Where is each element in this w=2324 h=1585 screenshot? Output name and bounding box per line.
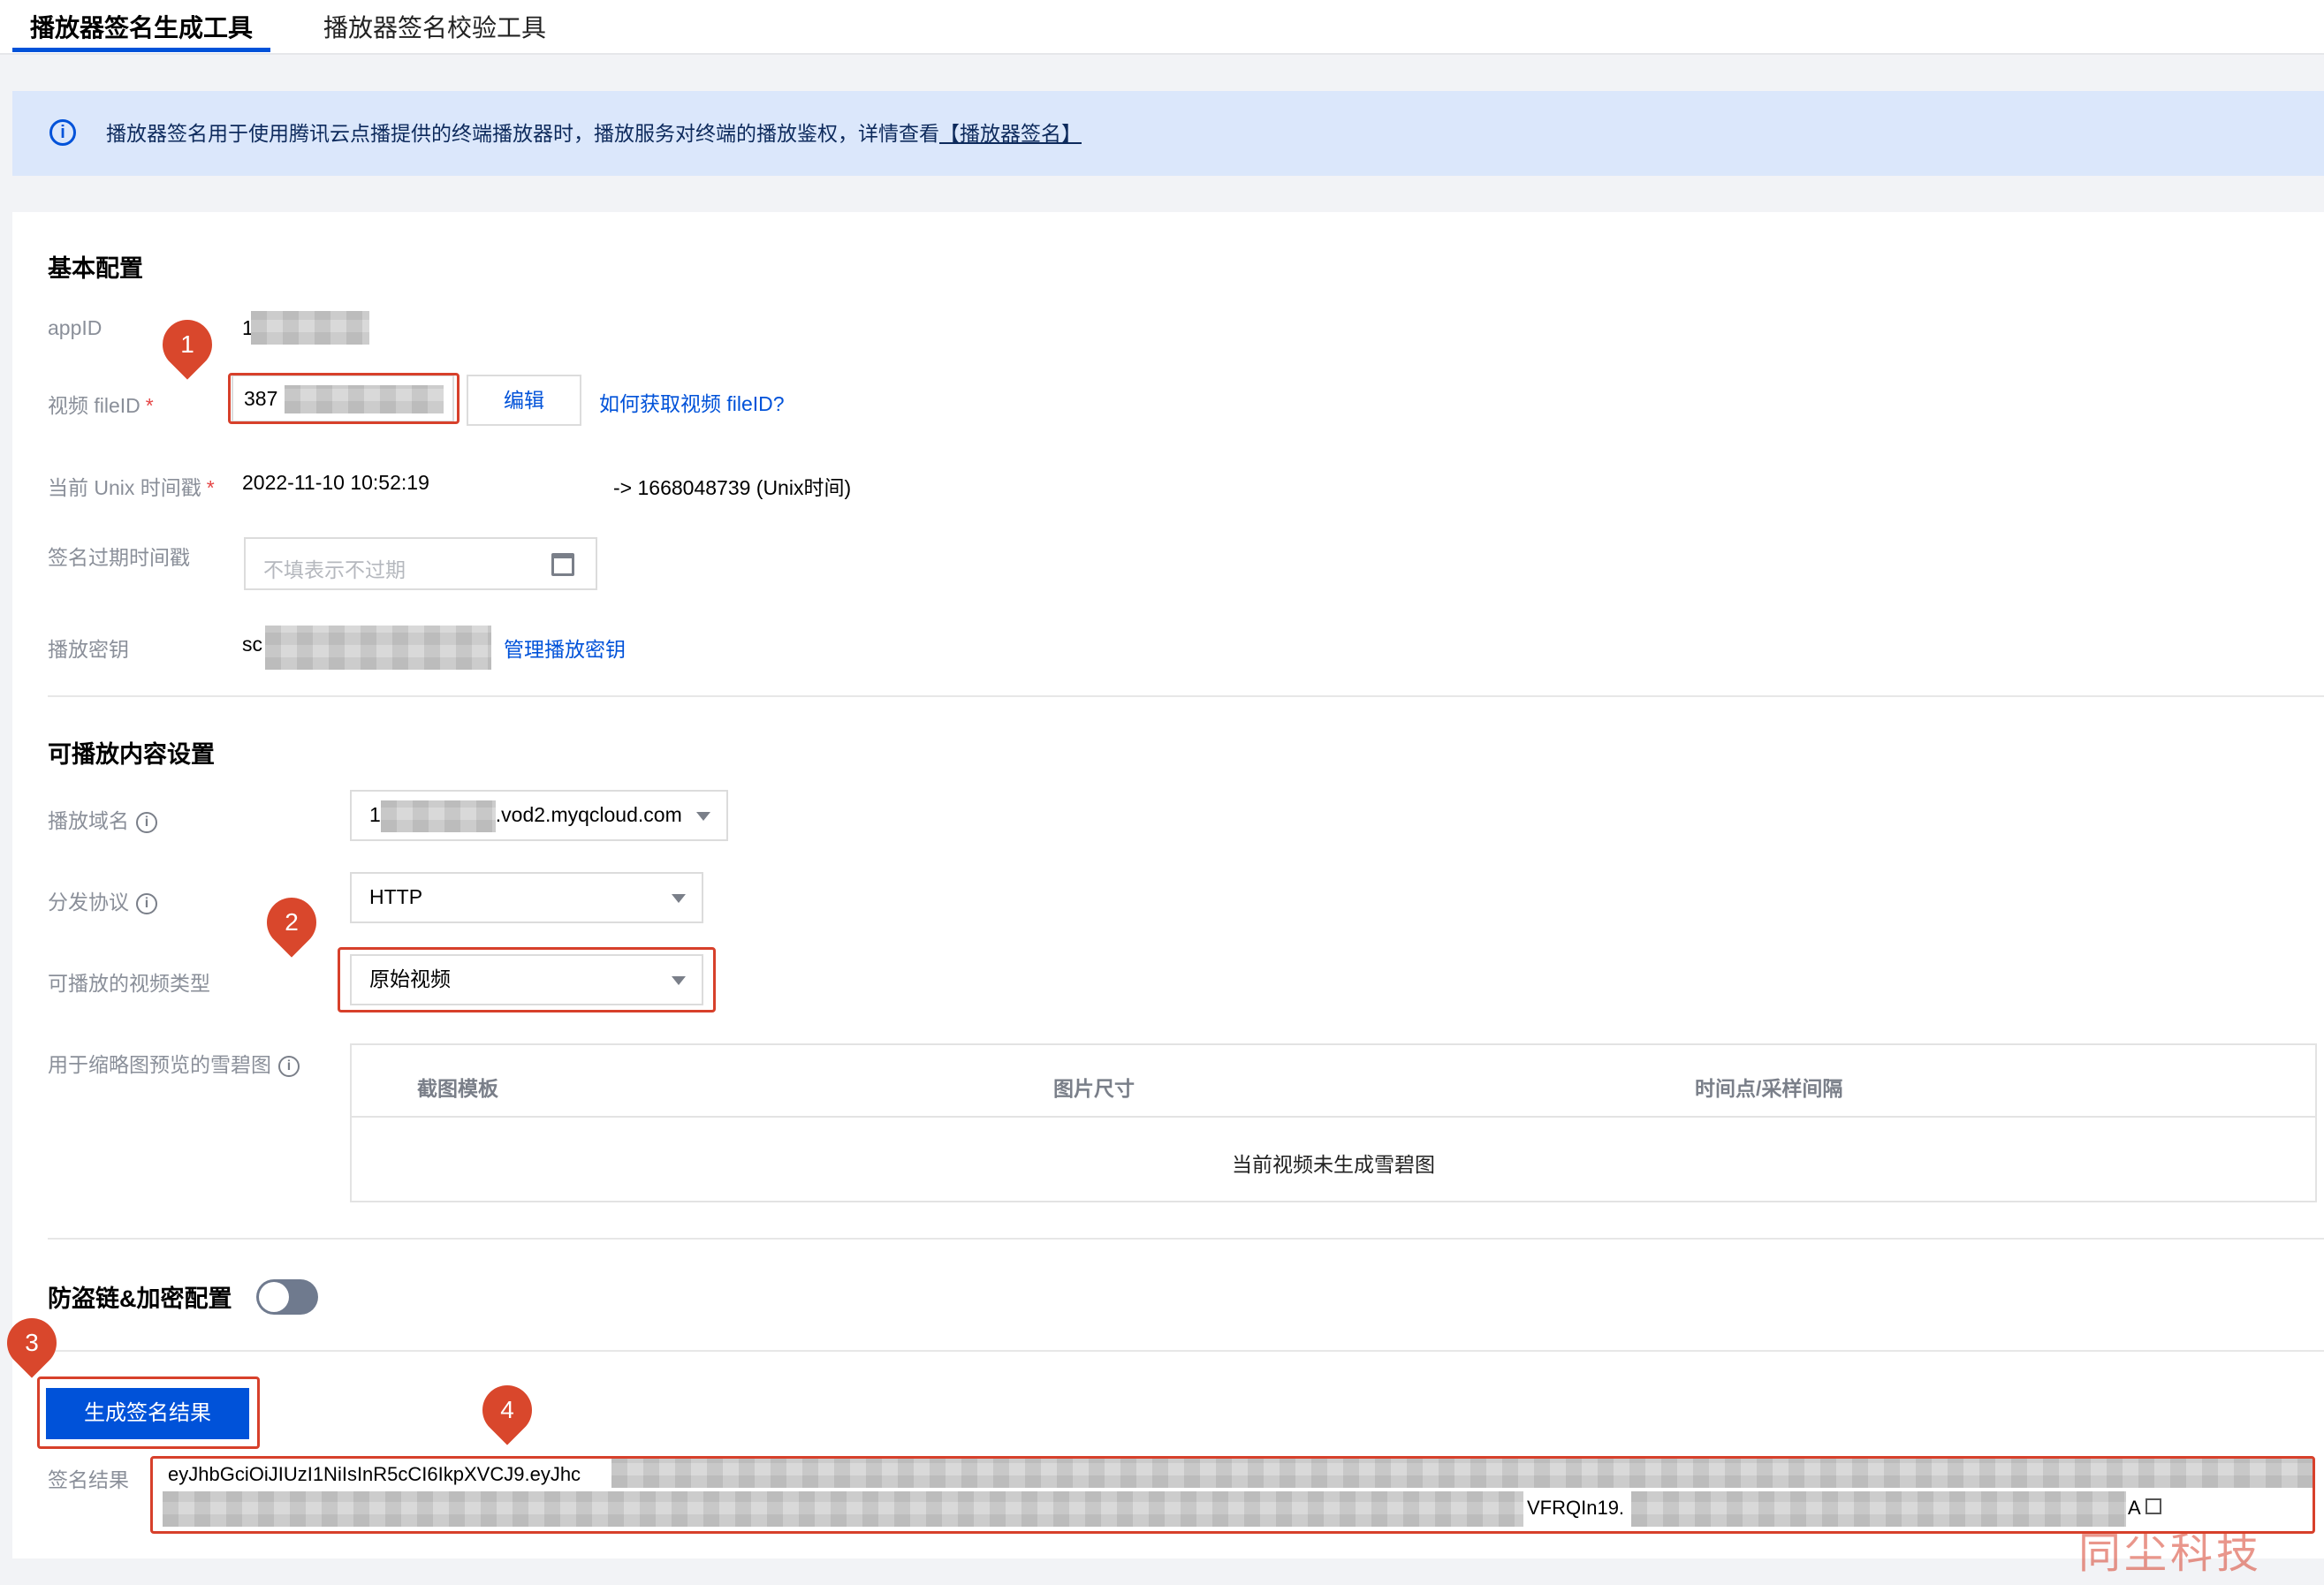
- security-toggle[interactable]: [256, 1279, 318, 1315]
- manage-play-key-link[interactable]: 管理播放密钥: [504, 633, 626, 663]
- table-divider: [352, 1116, 2315, 1118]
- calendar-icon[interactable]: [551, 553, 574, 576]
- content-settings-title: 可播放内容设置: [48, 741, 215, 768]
- appid-label: appID: [48, 316, 103, 339]
- section-divider: [48, 695, 2324, 697]
- watermark-logo: 同尘科技: [2077, 1528, 2262, 1578]
- player-signature-doc-link[interactable]: 【播放器签名】: [939, 122, 1082, 145]
- unix-timestamp: -> 1668048739 (Unix时间): [613, 476, 852, 499]
- annotation-box-1: [228, 373, 459, 424]
- appid-redacted: [251, 311, 369, 345]
- domain-help-icon[interactable]: i: [136, 811, 157, 833]
- chevron-down-icon: [672, 894, 686, 903]
- protocol-label: 分发协议 i: [48, 885, 157, 915]
- table-header: 图片尺寸: [1053, 1077, 1135, 1100]
- unix-label: 当前 Unix 时间戳 *: [48, 476, 215, 499]
- annotation-box-2: [338, 947, 716, 1012]
- expire-date-input[interactable]: 不填表示不过期: [244, 537, 597, 590]
- banner-message: 播放器签名用于使用腾讯云点播提供的终端播放器时，播放服务对终端的播放鉴权，详情查…: [106, 122, 939, 145]
- expire-placeholder: 不填表示不过期: [263, 558, 406, 581]
- security-config-title: 防盗链&加密配置: [48, 1285, 232, 1312]
- video-type-label: 可播放的视频类型: [48, 972, 210, 995]
- sprite-help-icon[interactable]: i: [278, 1055, 300, 1077]
- result-label: 签名结果: [48, 1468, 129, 1491]
- info-icon: i: [49, 119, 76, 146]
- active-tab-indicator: [12, 48, 270, 52]
- protocol-select[interactable]: HTTP: [350, 872, 703, 923]
- play-key-value: sc: [242, 633, 262, 656]
- annotation-box-3: [37, 1376, 260, 1449]
- banner-text: 播放器签名用于使用腾讯云点播提供的终端播放器时，播放服务对终端的播放鉴权，详情查…: [106, 118, 1082, 148]
- annotation-marker-4: 4: [472, 1375, 543, 1445]
- sprite-label: 用于缩略图预览的雪碧图 i: [48, 1048, 300, 1078]
- protocol-help-icon[interactable]: i: [136, 892, 157, 914]
- annotation-marker-1: 1: [152, 309, 223, 380]
- table-header: 时间点/采样间隔: [1695, 1077, 1843, 1100]
- tab-signature-validator[interactable]: 播放器签名校验工具: [323, 9, 546, 48]
- annotation-marker-2: 2: [256, 887, 327, 958]
- tab-bar: 播放器签名生成工具 播放器签名校验工具: [0, 0, 2324, 55]
- domain-redacted: [380, 800, 496, 832]
- basic-config-title: 基本配置: [48, 255, 143, 282]
- toggle-knob: [259, 1282, 289, 1312]
- edit-button[interactable]: 编辑: [467, 375, 581, 426]
- domain-label: 播放域名 i: [48, 804, 157, 834]
- tab-signature-generator[interactable]: 播放器签名生成工具: [30, 9, 253, 48]
- table-header: 截图模板: [417, 1077, 498, 1100]
- annotation-box-4: [150, 1456, 2315, 1534]
- sprite-table: 截图模板 图片尺寸 时间点/采样间隔 当前视频未生成雪碧图: [350, 1043, 2317, 1202]
- how-to-get-fileid-link[interactable]: 如何获取视频 fileID?: [599, 387, 785, 417]
- fileid-label: 视频 fileID *: [48, 394, 154, 417]
- expire-label: 签名过期时间戳: [48, 546, 190, 569]
- play-key-label: 播放密钥: [48, 638, 129, 661]
- section-divider: [48, 1238, 2324, 1240]
- table-empty-text: 当前视频未生成雪碧图: [1232, 1153, 1435, 1176]
- domain-select[interactable]: 1 .vod2.myqcloud.com: [350, 790, 728, 841]
- section-divider: [12, 1350, 2324, 1352]
- unix-datetime: 2022-11-10 10:52:19: [242, 471, 429, 494]
- play-key-redacted: [265, 626, 491, 670]
- chevron-down-icon: [696, 812, 710, 821]
